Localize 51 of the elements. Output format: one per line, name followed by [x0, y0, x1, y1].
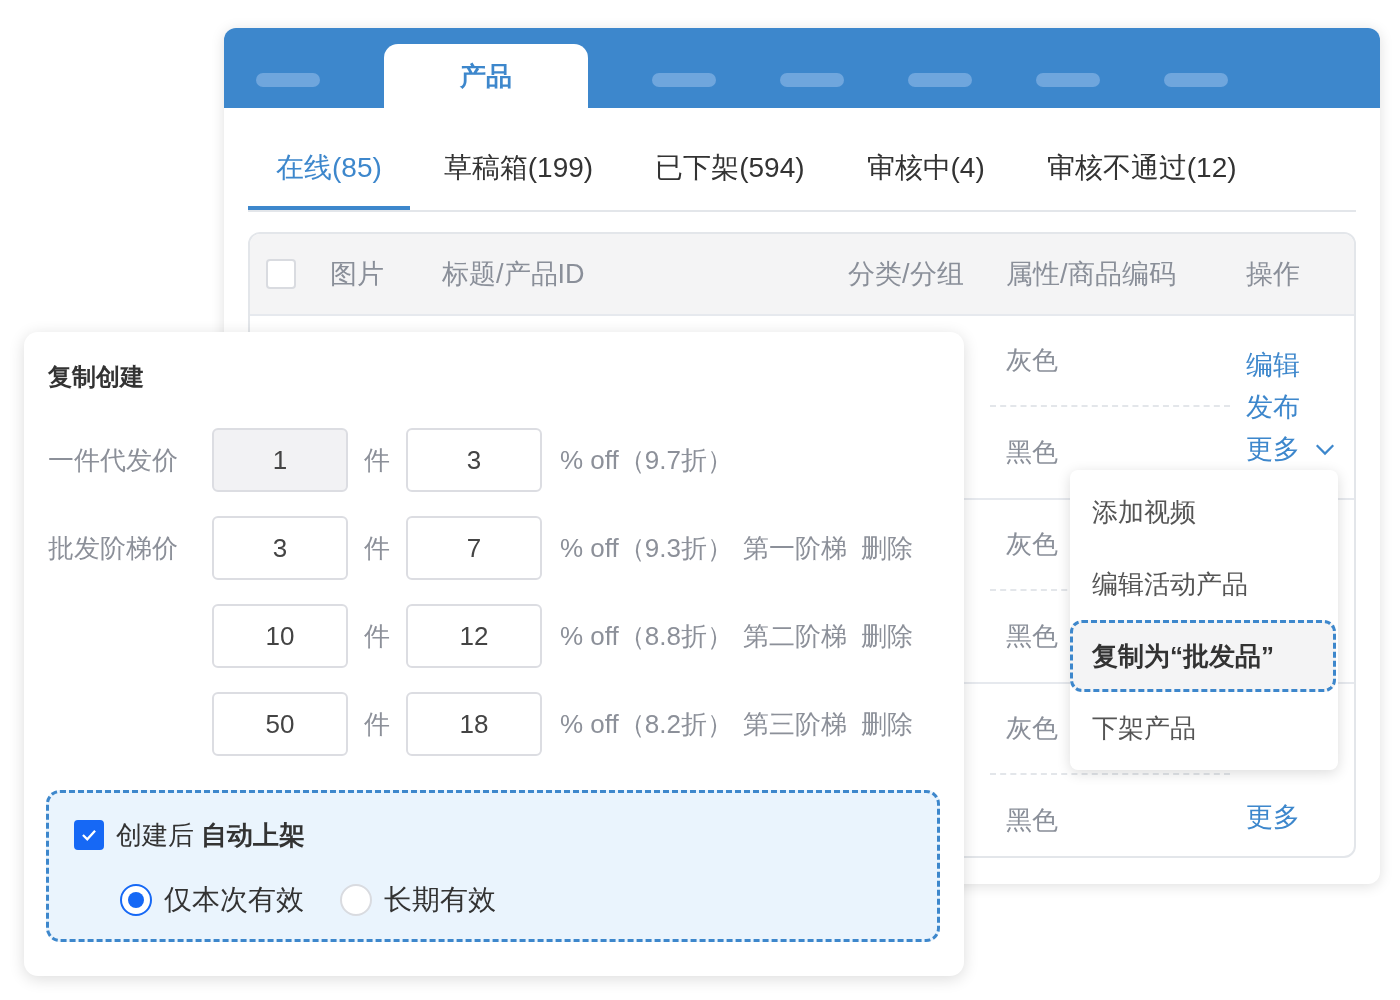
status-tab[interactable]: 审核不通过(12) — [1018, 130, 1265, 210]
discount-field[interactable]: 18 — [406, 692, 542, 756]
column-header: 图片 — [330, 258, 385, 291]
column-header: 操作 — [1246, 258, 1301, 291]
discount-summary: % off（9.3折） — [560, 531, 733, 565]
status-tab[interactable]: 在线(85) — [248, 130, 410, 210]
column-header: 分类/分组 — [848, 258, 965, 291]
table-cell-text: 黑色 — [1006, 620, 1058, 653]
tier-label: 第二阶梯 — [742, 619, 847, 653]
unit-label: 件 — [364, 619, 390, 653]
unit-label: 件 — [364, 443, 390, 477]
column-header: 属性/商品编码 — [1006, 258, 1177, 291]
action-link[interactable]: 编辑 — [1246, 344, 1300, 386]
discount-field[interactable]: 12 — [406, 604, 542, 668]
status-tab[interactable]: 草稿箱(199) — [415, 130, 622, 210]
action-link[interactable]: 更多 — [1246, 796, 1300, 838]
quantity-field[interactable]: 3 — [212, 516, 348, 580]
column-header: 标题/产品ID — [442, 258, 586, 291]
menu-item[interactable]: 下架产品 — [1070, 692, 1336, 764]
status-tab[interactable]: 审核中(4) — [838, 130, 1013, 210]
menu-item[interactable]: 复制为“批发品” — [1070, 620, 1336, 692]
status-tab[interactable]: 已下架(594) — [627, 130, 833, 210]
quantity-field[interactable]: 50 — [212, 692, 348, 756]
discount-summary: % off（8.8折） — [560, 619, 733, 653]
unit-label: 件 — [364, 531, 390, 565]
table-cell-text: 灰色 — [1006, 528, 1058, 561]
quantity-field[interactable]: 10 — [212, 604, 348, 668]
table-cell-text: 灰色 — [1006, 344, 1058, 377]
discount-summary: % off（8.2折） — [560, 707, 733, 741]
tier-label: 第三阶梯 — [742, 707, 847, 741]
more-dropdown[interactable]: 更多 — [1246, 428, 1336, 470]
action-link[interactable]: 发布 — [1246, 386, 1300, 428]
menu-item[interactable]: 添加视频 — [1070, 476, 1336, 548]
dialog-title: 复制创建 — [48, 362, 145, 392]
menu-item[interactable]: 编辑活动产品 — [1070, 548, 1336, 620]
discount-summary: % off（9.7折） — [560, 443, 733, 477]
unit-label: 件 — [364, 707, 390, 741]
checkbox[interactable] — [74, 820, 104, 850]
discount-field[interactable]: 7 — [406, 516, 542, 580]
table-cell-text: 黑色 — [1006, 436, 1058, 469]
quantity-field: 1 — [212, 428, 348, 492]
table-cell-text: 黑色 — [1006, 804, 1058, 837]
field-label: 批发阶梯价 — [48, 531, 179, 565]
radio-button[interactable] — [120, 884, 152, 916]
tier-label: 第一阶梯 — [742, 531, 847, 565]
checkbox-label: 创建后 自动上架 — [116, 818, 306, 852]
nav-tab[interactable]: 产品 — [384, 44, 588, 108]
radio-label: 仅本次有效 — [164, 883, 304, 917]
table-cell-text: 灰色 — [1006, 712, 1058, 745]
field-label: 一件代发价 — [48, 443, 179, 477]
radio-label: 长期有效 — [384, 883, 496, 917]
